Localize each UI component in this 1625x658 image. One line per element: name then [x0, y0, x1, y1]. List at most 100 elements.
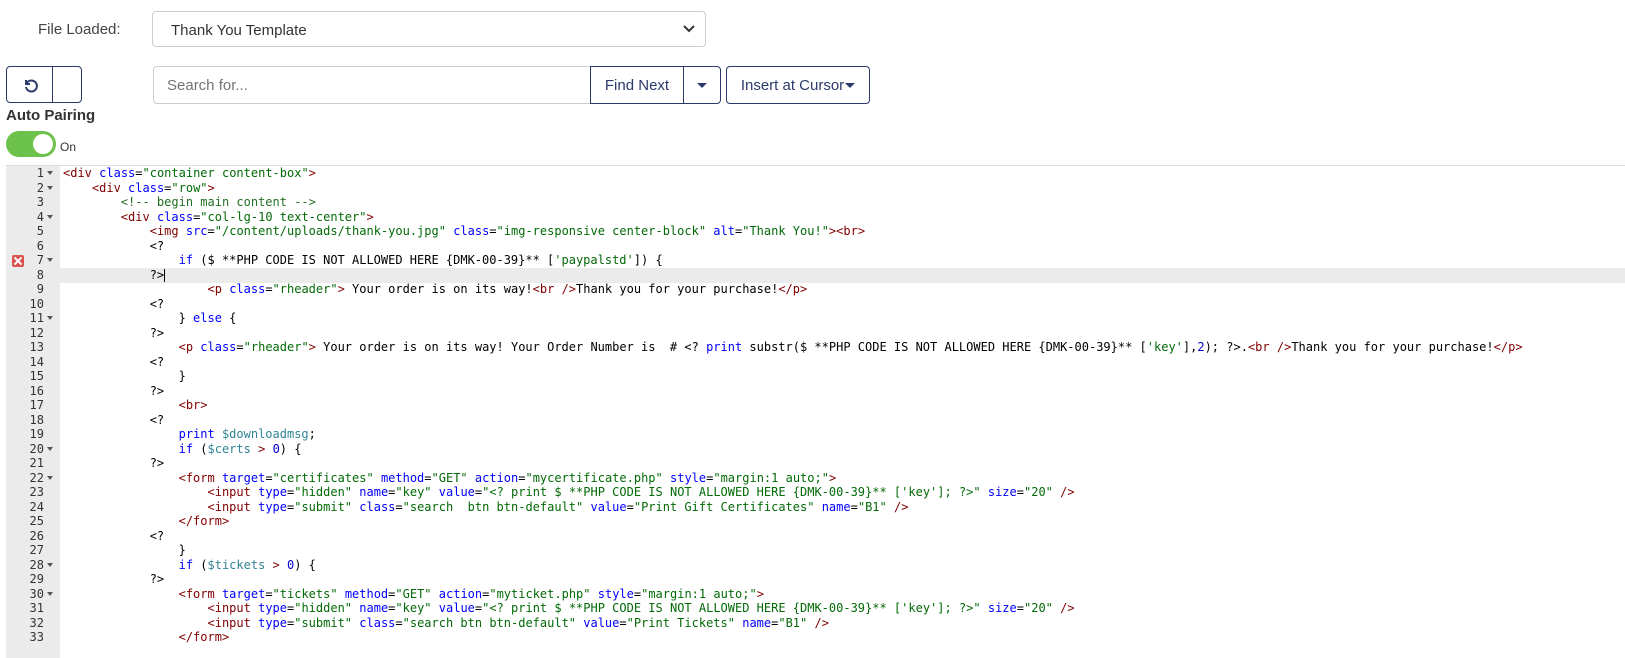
- editor-line[interactable]: 19 print $downloadmsg;: [6, 427, 1625, 442]
- search-input[interactable]: [153, 66, 591, 104]
- editor-line[interactable]: 8 ?>: [6, 267, 1625, 283]
- code-text: ?>: [149, 456, 165, 470]
- line-number: 13: [29, 340, 44, 354]
- editor-line[interactable]: 18 <?: [6, 413, 1625, 428]
- editor-line[interactable]: 32 <input type="submit" class="search bt…: [6, 616, 1625, 631]
- code-text: <?: [149, 238, 165, 253]
- editor-line[interactable]: 26 <?: [6, 529, 1625, 544]
- code-text: <input type="hidden" name="key" value="<…: [207, 485, 1075, 499]
- editor-line[interactable]: 22 <form target="certificates" method="G…: [6, 471, 1625, 486]
- auto-pairing-state: On: [60, 140, 77, 154]
- code-text: ?>: [149, 383, 165, 398]
- code-text: ?>: [149, 572, 165, 586]
- code-text: <br>: [178, 398, 208, 412]
- fold-arrow-icon[interactable]: [47, 185, 53, 190]
- code-text: } else {: [63, 311, 237, 325]
- line-number: 5: [36, 224, 44, 238]
- auto-pairing-label: Auto Pairing: [6, 107, 96, 124]
- fold-arrow-icon[interactable]: [47, 591, 53, 596]
- line-number: 29: [29, 572, 44, 586]
- line-number: 32: [29, 615, 44, 630]
- code-text: if ($tickets > 0) {: [178, 557, 316, 572]
- redo-button[interactable]: [53, 67, 81, 102]
- line-number: 19: [29, 427, 44, 441]
- editor-line[interactable]: 3 <!-- begin main content -->: [6, 195, 1625, 210]
- code-text: <input type="submit" class="search btn b…: [207, 499, 909, 514]
- editor-line[interactable]: 15 }: [6, 369, 1625, 384]
- fold-arrow-icon[interactable]: [47, 258, 53, 262]
- editor-line[interactable]: 24 <input type="submit" class="search bt…: [6, 500, 1625, 515]
- find-next-button[interactable]: Find Next: [590, 66, 684, 104]
- editor-line[interactable]: 10 <?: [6, 297, 1625, 312]
- editor-line[interactable]: 31 <input type="hidden" name="key" value…: [6, 601, 1625, 616]
- code-text: <input type="hidden" name="key" value="<…: [207, 601, 1075, 615]
- line-number: 11: [29, 311, 44, 325]
- chevron-down-icon: [683, 25, 695, 33]
- editor-line[interactable]: 12 ?>: [6, 326, 1625, 341]
- code-text: if ($ **PHP CODE IS NOT ALLOWED HERE {DM…: [178, 253, 663, 267]
- line-number: 8: [36, 267, 44, 282]
- fold-arrow-icon[interactable]: [47, 446, 53, 451]
- editor-line[interactable]: 4 <div class="col-lg-10 text-center">: [6, 210, 1625, 225]
- code-text: <?: [149, 296, 165, 311]
- line-number: 23: [29, 485, 44, 499]
- line-number: 26: [29, 528, 44, 543]
- caret-down-icon: [697, 82, 707, 88]
- line-number: 30: [29, 586, 44, 601]
- editor-line[interactable]: 13 <p class="rheader"> Your order is on …: [6, 340, 1625, 355]
- editor-line[interactable]: 7 if ($ **PHP CODE IS NOT ALLOWED HERE {…: [6, 253, 1625, 268]
- fold-arrow-icon[interactable]: [47, 214, 53, 219]
- editor-line[interactable]: 14 <?: [6, 355, 1625, 370]
- fold-arrow-icon[interactable]: [47, 475, 53, 480]
- line-number: 9: [36, 282, 44, 296]
- line-number: 21: [29, 456, 44, 470]
- line-number: 33: [29, 630, 44, 644]
- code-text: <?: [149, 412, 165, 427]
- undo-button[interactable]: [7, 67, 53, 102]
- file-loaded-row: File Loaded: Thank You Template: [0, 11, 720, 48]
- line-number: 12: [29, 325, 44, 340]
- code-text: <p class="rheader"> Your order is on its…: [207, 282, 808, 296]
- line-number: 6: [36, 238, 44, 253]
- editor-line[interactable]: 29 ?>: [6, 572, 1625, 587]
- editor-line[interactable]: 21 ?>: [6, 456, 1625, 471]
- line-number: 28: [29, 557, 44, 572]
- editor-line[interactable]: 33 </form>: [6, 630, 1625, 645]
- insert-at-cursor-button[interactable]: Insert at Cursor: [726, 66, 870, 104]
- line-number: 18: [29, 412, 44, 427]
- editor-line[interactable]: 9 <p class="rheader"> Your order is on i…: [6, 282, 1625, 297]
- code-text: <input type="submit" class="search btn b…: [207, 615, 829, 630]
- line-number: 14: [29, 354, 44, 369]
- editor-line[interactable]: 20 if ($certs > 0) {: [6, 442, 1625, 457]
- editor-line[interactable]: 5 <img src="/content/uploads/thank-you.j…: [6, 224, 1625, 239]
- editor-line[interactable]: 1 <div class="container content-box">: [6, 166, 1625, 181]
- editor-line[interactable]: 16 ?>: [6, 384, 1625, 399]
- editor-line[interactable]: 2 <div class="row">: [6, 181, 1625, 196]
- file-loaded-select[interactable]: Thank You Template: [152, 11, 706, 47]
- editor-line[interactable]: 6 <?: [6, 239, 1625, 254]
- editor-line[interactable]: 27 }: [6, 543, 1625, 558]
- code-text: <div class="row">: [91, 180, 215, 195]
- code-editor[interactable]: 1 <div class="container content-box"> 2 <d…: [6, 165, 1625, 658]
- file-loaded-value: Thank You Template: [171, 22, 307, 39]
- editor-line[interactable]: 25 </form>: [6, 514, 1625, 529]
- code-text: <!-- begin main content -->: [120, 195, 316, 209]
- code-text: }: [63, 369, 186, 383]
- error-icon[interactable]: [12, 255, 24, 267]
- editor-line[interactable]: 28 if ($tickets > 0) {: [6, 558, 1625, 573]
- line-number: 1: [36, 166, 44, 180]
- editor-line[interactable]: 17 <br>: [6, 398, 1625, 413]
- caret-down-icon: [845, 82, 856, 88]
- editor-line[interactable]: 23 <input type="hidden" name="key" value…: [6, 485, 1625, 500]
- find-options-dropdown[interactable]: [683, 66, 721, 104]
- editor-line[interactable]: 30 <form target="tickets" method="GET" a…: [6, 587, 1625, 602]
- code-text: <?: [149, 528, 165, 543]
- auto-pairing-toggle[interactable]: [6, 131, 56, 157]
- code-text: }: [63, 543, 186, 557]
- line-number: 16: [29, 383, 44, 398]
- toggle-knob: [33, 134, 53, 154]
- fold-arrow-icon[interactable]: [47, 562, 53, 567]
- fold-arrow-icon[interactable]: [47, 316, 53, 320]
- editor-line[interactable]: 11 } else {: [6, 311, 1625, 326]
- fold-arrow-icon[interactable]: [47, 171, 53, 175]
